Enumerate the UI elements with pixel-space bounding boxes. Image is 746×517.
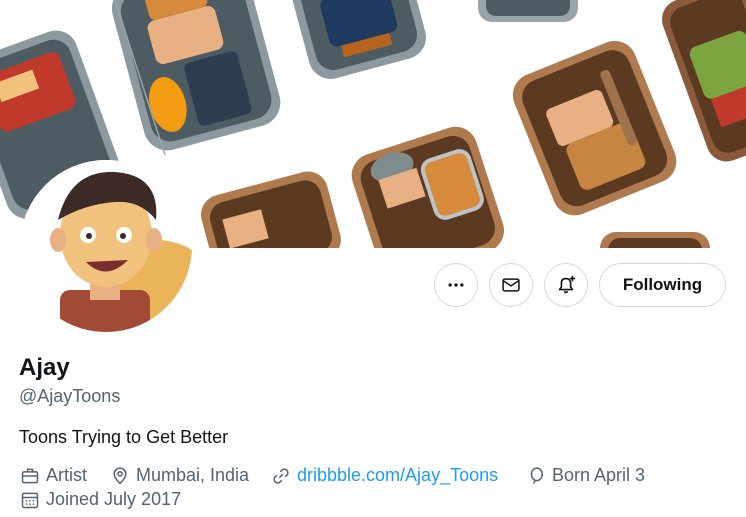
banner-sticker — [201, 171, 341, 248]
profile-bio: Toons Trying to Get Better — [19, 427, 229, 447]
balloon-icon — [530, 466, 543, 484]
profile-job-text: Artist — [46, 465, 88, 485]
following-button[interactable]: Following — [599, 263, 726, 307]
banner-sticker — [286, 0, 426, 79]
more-button[interactable] — [434, 263, 478, 307]
profile-website-link[interactable]: dribbble.com/Ajay_Toons — [297, 465, 498, 486]
display-name: Ajay — [19, 354, 70, 381]
user-handle: @AjayToons — [19, 386, 121, 406]
profile-joined-text: Joined July 2017 — [46, 489, 182, 509]
message-button[interactable] — [489, 263, 533, 307]
banner-sticker — [600, 232, 710, 248]
banner-sticker — [478, 0, 578, 22]
banner-sticker — [111, 0, 281, 151]
profile-location-text: Mumbai, India — [136, 465, 250, 485]
profile-birthday-text: Born April 3 — [552, 465, 646, 485]
calendar-icon — [21, 492, 39, 508]
profile-joined: Joined July 2017 — [20, 489, 181, 510]
more-horizontal-icon — [448, 283, 464, 287]
briefcase-icon — [21, 468, 39, 483]
profile-website[interactable]: dribbble.com/Ajay_Toons — [271, 465, 498, 486]
banner-sticker — [351, 126, 505, 248]
envelope-icon — [502, 278, 520, 292]
map-pin-icon — [113, 466, 127, 485]
banner-sticker — [512, 40, 677, 216]
bell-plus-icon — [558, 275, 576, 294]
profile-location: Mumbai, India — [110, 465, 249, 486]
profile-avatar[interactable] — [20, 160, 192, 332]
profile-job: Artist — [20, 465, 87, 486]
notify-button[interactable] — [544, 263, 588, 307]
avatar-illustration — [20, 160, 192, 332]
link-icon — [273, 467, 289, 484]
profile-birthday: Born April 3 — [526, 465, 645, 486]
